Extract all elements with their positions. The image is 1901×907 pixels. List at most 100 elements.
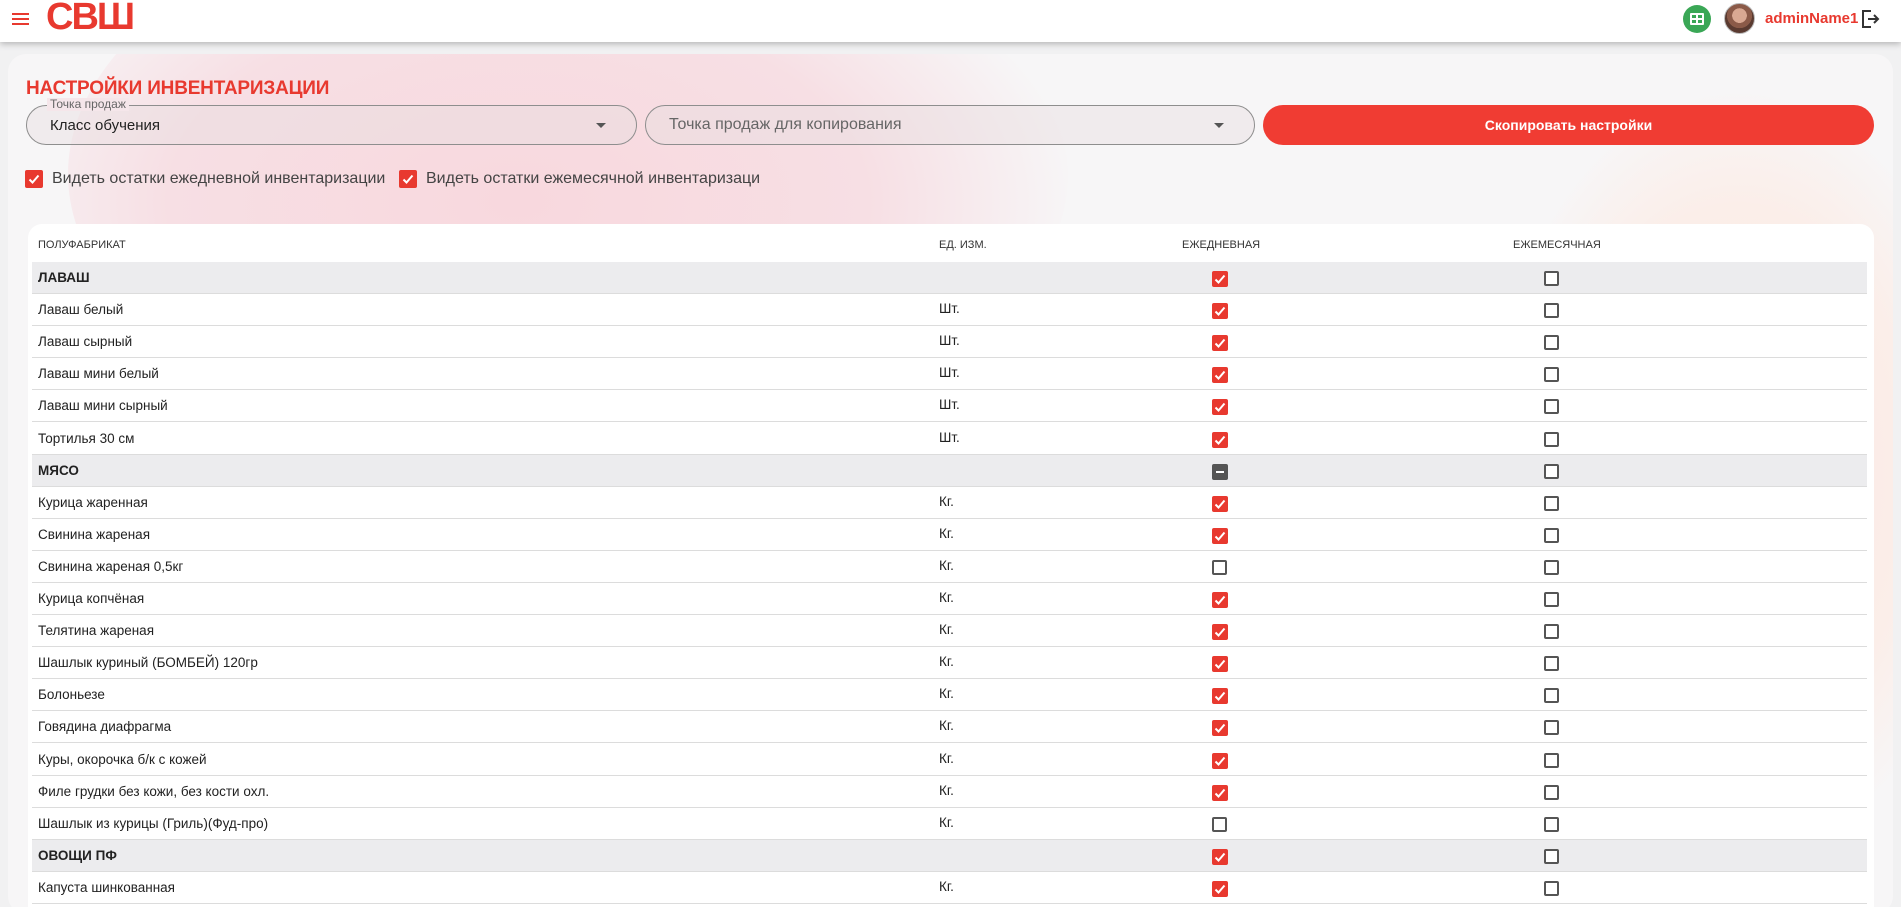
row-unit: Кг. bbox=[939, 782, 954, 798]
table-row: Свинина жареная 0,5кг Кг. bbox=[32, 551, 1867, 583]
daily-checkbox[interactable] bbox=[1212, 720, 1228, 737]
daily-checkbox[interactable] bbox=[1212, 880, 1228, 897]
row-unit: Кг. bbox=[939, 654, 954, 670]
monthly-checkbox[interactable] bbox=[1544, 559, 1559, 575]
monthly-checkbox[interactable] bbox=[1544, 271, 1559, 286]
daily-checkbox[interactable] bbox=[1212, 271, 1228, 287]
monthly-checkbox[interactable] bbox=[1544, 592, 1559, 607]
row-unit: Кг. bbox=[939, 622, 954, 638]
daily-option-label: Видеть остатки ежедневной инвентаризации bbox=[52, 170, 386, 187]
monthly-checkbox[interactable] bbox=[399, 170, 417, 188]
row-unit: Кг. bbox=[939, 750, 954, 766]
row-name: Лаваш белый bbox=[38, 302, 124, 318]
table-row: Говядина диафрагма Кг. bbox=[32, 711, 1867, 744]
daily-checkbox[interactable] bbox=[1212, 688, 1228, 705]
daily-checkbox[interactable] bbox=[1212, 399, 1228, 416]
monthly-checkbox[interactable] bbox=[1544, 399, 1559, 415]
daily-checkbox[interactable] bbox=[1212, 752, 1228, 769]
row-name: Тортилья 30 см bbox=[38, 430, 135, 446]
menu-icon[interactable] bbox=[12, 8, 34, 30]
row-unit: Шт. bbox=[939, 397, 960, 413]
daily-checkbox[interactable] bbox=[1212, 592, 1228, 608]
monthly-checkbox[interactable] bbox=[1544, 335, 1559, 351]
row-unit: Кг. bbox=[939, 557, 954, 573]
monthly-checkbox[interactable] bbox=[1544, 848, 1559, 864]
table-row: Филе грудки без кожи, без кости охл. Кг. bbox=[32, 776, 1867, 808]
monthly-checkbox[interactable] bbox=[1544, 463, 1559, 479]
daily-checkbox[interactable] bbox=[1212, 848, 1228, 865]
row-name: Лаваш мини сырный bbox=[38, 398, 168, 414]
group-row: ОВОЩИ ПФ bbox=[32, 839, 1867, 872]
daily-checkbox[interactable] bbox=[1212, 463, 1228, 480]
column-header-name[interactable]: ПОЛУФАБРИКАТ bbox=[38, 239, 126, 251]
table-row: Лаваш белый Шт. bbox=[32, 294, 1867, 327]
table-row: Курица жаренная Кг. bbox=[32, 487, 1867, 519]
sales-point-label: Точка продаж bbox=[47, 98, 129, 111]
daily-checkbox[interactable] bbox=[1212, 624, 1228, 641]
avatar[interactable] bbox=[1724, 3, 1755, 34]
monthly-checkbox[interactable] bbox=[1544, 880, 1559, 896]
daily-checkbox[interactable] bbox=[1212, 495, 1228, 512]
monthly-checkbox[interactable] bbox=[1544, 720, 1559, 736]
daily-checkbox[interactable] bbox=[1212, 656, 1228, 673]
monthly-checkbox[interactable] bbox=[1544, 688, 1559, 704]
row-name: ОВОЩИ ПФ bbox=[38, 847, 117, 863]
copy-settings-button[interactable]: Скопировать настройки bbox=[1263, 105, 1874, 145]
table-row: Капуста шинкованная Кг. bbox=[32, 872, 1867, 904]
sales-point-select[interactable]: Точка продаж Класс обучения bbox=[26, 98, 637, 145]
row-name: Курица копчёная bbox=[38, 591, 145, 606]
row-name: Лаваш мини белый bbox=[38, 366, 159, 382]
column-header-daily[interactable]: ЕЖЕДНЕВНАЯ bbox=[1182, 239, 1260, 251]
monthly-option[interactable]: Видеть остатки ежемесячной инвентаризаци bbox=[399, 170, 760, 188]
monthly-checkbox[interactable] bbox=[1544, 784, 1559, 800]
group-row: ЛАВАШ bbox=[32, 262, 1867, 294]
daily-checkbox[interactable] bbox=[1212, 431, 1228, 448]
monthly-checkbox[interactable] bbox=[1544, 816, 1559, 832]
row-unit: Шт. bbox=[939, 333, 960, 349]
user-name[interactable]: adminName1 bbox=[1765, 10, 1858, 27]
daily-checkbox[interactable] bbox=[1212, 527, 1228, 544]
row-name: Капуста шинкованная bbox=[38, 879, 175, 895]
monthly-checkbox[interactable] bbox=[1544, 656, 1559, 672]
copy-point-select[interactable]: Точка продаж для копирования bbox=[645, 105, 1255, 145]
row-name: Куры, окорочка б/к с кожей bbox=[38, 751, 207, 767]
row-name: Телятина жареная bbox=[38, 623, 155, 639]
row-unit: Шт. bbox=[939, 429, 960, 445]
row-name: Курица жаренная bbox=[38, 494, 148, 510]
daily-checkbox[interactable] bbox=[1212, 816, 1227, 832]
row-name: Свинина жареная bbox=[38, 526, 151, 542]
excel-icon[interactable] bbox=[1683, 5, 1711, 33]
row-unit: Кг. bbox=[939, 686, 954, 702]
daily-checkbox[interactable] bbox=[1212, 559, 1227, 575]
top-bar: СВШ adminName1 bbox=[0, 0, 1901, 42]
row-unit: Кг. bbox=[939, 814, 954, 830]
monthly-checkbox[interactable] bbox=[1544, 303, 1559, 319]
table-row: Лаваш сырный Шт. bbox=[32, 326, 1867, 359]
table-row: Шашлык куриный (БОМБЕЙ) 120гр Кг. bbox=[32, 647, 1867, 680]
row-unit: Кг. bbox=[939, 493, 954, 509]
chevron-down-icon bbox=[596, 123, 606, 128]
logo: СВШ bbox=[46, 0, 135, 38]
column-header-unit[interactable]: ЕД. ИЗМ. bbox=[939, 239, 987, 251]
monthly-checkbox[interactable] bbox=[1544, 624, 1559, 640]
daily-checkbox[interactable] bbox=[25, 170, 43, 188]
daily-checkbox[interactable] bbox=[1212, 784, 1228, 801]
table-row: Болоньезе Кг. bbox=[32, 679, 1867, 712]
monthly-checkbox[interactable] bbox=[1544, 752, 1559, 768]
logout-icon[interactable] bbox=[1859, 8, 1881, 30]
daily-option[interactable]: Видеть остатки ежедневной инвентаризации bbox=[25, 170, 385, 188]
row-name: Болоньезе bbox=[38, 687, 105, 703]
daily-checkbox[interactable] bbox=[1212, 303, 1228, 320]
group-row: МЯСО bbox=[32, 454, 1867, 487]
row-name: МЯСО bbox=[38, 462, 79, 478]
monthly-checkbox[interactable] bbox=[1544, 527, 1559, 543]
daily-checkbox[interactable] bbox=[1212, 367, 1228, 384]
monthly-checkbox[interactable] bbox=[1544, 431, 1559, 447]
table-row: Свинина жареная Кг. bbox=[32, 519, 1867, 551]
chevron-down-icon bbox=[1214, 123, 1224, 128]
monthly-checkbox[interactable] bbox=[1544, 495, 1559, 511]
row-unit: Кг. bbox=[939, 878, 954, 894]
monthly-checkbox[interactable] bbox=[1544, 367, 1559, 383]
column-header-monthly[interactable]: ЕЖЕМЕСЯЧНАЯ bbox=[1513, 239, 1601, 251]
daily-checkbox[interactable] bbox=[1212, 335, 1228, 352]
